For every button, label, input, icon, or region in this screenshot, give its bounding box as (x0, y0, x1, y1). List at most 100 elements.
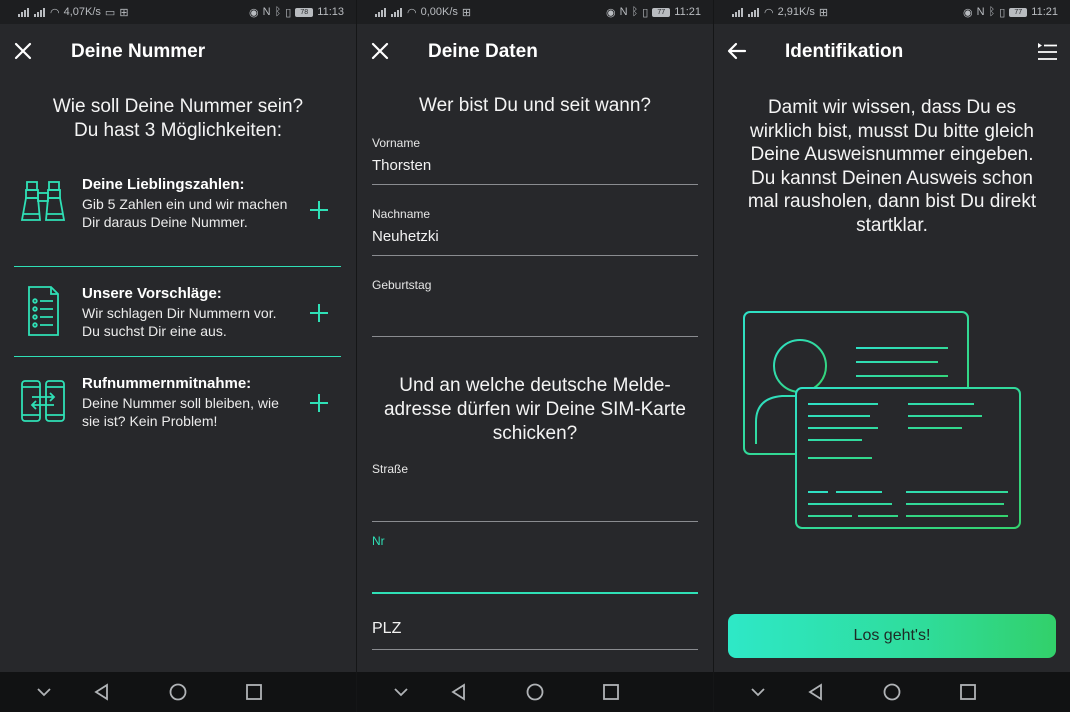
first-name-field[interactable]: Vorname Thorsten (372, 136, 698, 185)
option-description: Wir schlagen Dir Nummern vor. Du suchst … (82, 305, 277, 339)
app-bar: Deine Nummer (0, 24, 356, 80)
chevron-down-icon[interactable] (34, 682, 54, 702)
app-bar: Identifikation (714, 24, 1070, 80)
start-button[interactable]: Los geht's! (728, 614, 1056, 658)
status-bar: ◠ 0,00K/s ⊞ ◉ N ᛒ ▯ 77 11:21 (357, 0, 713, 24)
field-label: Vorname (372, 136, 421, 150)
field-underline (372, 521, 698, 522)
network-speed: 4,07K/s (63, 6, 101, 18)
birthday-field[interactable]: Geburtstag (372, 278, 698, 337)
house-number-field[interactable]: Nr (372, 534, 698, 594)
option-description: Deine Nummer soll bleiben, wie sie ist? … (82, 395, 279, 429)
home-icon[interactable] (525, 682, 545, 702)
heading-line: adresse dürfen wir Deine SIM-Karte (383, 399, 686, 420)
option-title: Rufnummernmitnahme: (82, 375, 252, 392)
field-label: Nr (372, 534, 385, 548)
recents-icon[interactable] (958, 682, 978, 702)
eye-icon: ◉ (249, 6, 259, 19)
clock: 11:13 (317, 6, 344, 18)
option-lieblingszahlen[interactable]: Deine Lieblingszahlen: Gib 5 Zahlen ein … (14, 176, 341, 266)
back-icon[interactable] (806, 682, 826, 702)
signal-icon (18, 7, 30, 17)
screen-identifikation: ◠ 2,91K/s ⊞ ◉ N ᛒ ▯ 77 11:21 Identifikat… (714, 0, 1070, 712)
field-placeholder: PLZ (372, 620, 402, 637)
vibrate-icon: ▯ (642, 6, 649, 19)
field-label: Nachname (372, 207, 431, 221)
page-title: Identifikation (785, 41, 904, 62)
identification-text: Damit wir wissen, dass Du es wirklich bi… (714, 96, 1070, 237)
bluetooth-icon: ᛒ (631, 6, 639, 18)
signal-icon (34, 7, 46, 17)
wifi-icon: ◠ (407, 6, 417, 19)
eye-icon: ◉ (606, 6, 616, 19)
screen-icon: ▭ (104, 6, 116, 19)
field-underline (372, 649, 698, 650)
intro-heading-line: Wie soll Deine Nummer sein? (52, 96, 304, 117)
signal-icon (375, 7, 387, 17)
field-label: Geburtstag (372, 278, 432, 292)
network-speed: 2,91K/s (777, 6, 815, 18)
nfc-icon: N (976, 6, 985, 18)
battery-icon: 77 (652, 7, 671, 17)
street-field[interactable]: Straße (372, 462, 698, 522)
system-navbar (714, 672, 1070, 712)
back-icon[interactable] (449, 682, 469, 702)
option-title: Deine Lieblingszahlen: (82, 176, 245, 193)
battery-icon: 77 (1009, 7, 1028, 17)
page-title: Deine Daten (428, 41, 538, 62)
signal-icon (391, 7, 403, 17)
plus-icon[interactable] (309, 303, 329, 323)
nfc-icon: N (619, 6, 628, 18)
field-value: Neuhetzki (372, 228, 439, 245)
notification-icon: ⊞ (461, 6, 472, 19)
recents-icon[interactable] (244, 682, 264, 702)
field-value (372, 483, 698, 501)
close-icon[interactable] (369, 40, 391, 62)
system-navbar (357, 672, 713, 712)
home-icon[interactable] (168, 682, 188, 702)
plus-icon[interactable] (309, 393, 329, 413)
arrow-left-icon[interactable] (726, 40, 748, 62)
wifi-icon: ◠ (50, 6, 60, 19)
wifi-icon: ◠ (764, 6, 774, 19)
home-icon[interactable] (882, 682, 902, 702)
heading-line: schicken? (492, 423, 578, 444)
intro-heading-line: Du hast 3 Möglichkeiten: (73, 120, 283, 141)
text-line: wirklich bist, musst Du bitte gleich (749, 120, 1035, 142)
screen-deine-daten: ◠ 0,00K/s ⊞ ◉ N ᛒ ▯ 77 11:21 Deine Daten… (357, 0, 713, 712)
system-navbar (0, 672, 356, 712)
bluetooth-icon: ᛒ (988, 6, 996, 18)
page-title: Deine Nummer (71, 41, 206, 62)
field-value (372, 555, 698, 573)
option-rufnummernmitnahme[interactable]: Rufnummernmitnahme: Deine Nummer soll bl… (14, 375, 341, 465)
text-line: Damit wir wissen, dass Du es (767, 97, 1017, 118)
text-line: Du kannst Deinen Ausweis schon (751, 167, 1033, 189)
last-name-field[interactable]: Nachname Neuhetzki (372, 207, 698, 256)
phone-transfer-icon (21, 380, 65, 422)
signal-icon (748, 7, 760, 17)
signal-icon (732, 7, 744, 17)
chevron-down-icon[interactable] (391, 682, 411, 702)
text-line: Deine Ausweisnummer eingeben. (750, 144, 1034, 165)
app-bar: Deine Daten (357, 24, 713, 80)
option-description: Gib 5 Zahlen ein und wir machen Dir dara… (82, 196, 288, 230)
field-label: Straße (372, 462, 409, 476)
plus-icon[interactable] (309, 200, 329, 220)
chevron-down-icon[interactable] (748, 682, 768, 702)
text-line: mal rausholen, dann bist Du direkt (747, 191, 1037, 212)
menu-list-icon[interactable] (1036, 40, 1058, 62)
back-icon[interactable] (92, 682, 112, 702)
close-icon[interactable] (12, 40, 34, 62)
binoculars-icon (20, 181, 66, 221)
intro-heading: Wie soll Deine Nummer sein? Du hast 3 Mö… (0, 95, 356, 143)
notification-icon: ⊞ (119, 6, 129, 19)
clock: 11:21 (1031, 6, 1058, 18)
field-value (372, 299, 698, 317)
vibrate-icon: ▯ (999, 6, 1006, 19)
option-vorschlaege[interactable]: Unsere Vorschläge: Wir schlagen Dir Numm… (14, 285, 341, 375)
bluetooth-icon: ᛒ (274, 6, 282, 18)
id-card-illustration-icon (743, 311, 1021, 529)
recents-icon[interactable] (601, 682, 621, 702)
postcode-field[interactable]: PLZ (372, 620, 698, 650)
status-bar: ◠ 2,91K/s ⊞ ◉ N ᛒ ▯ 77 11:21 (714, 0, 1070, 24)
